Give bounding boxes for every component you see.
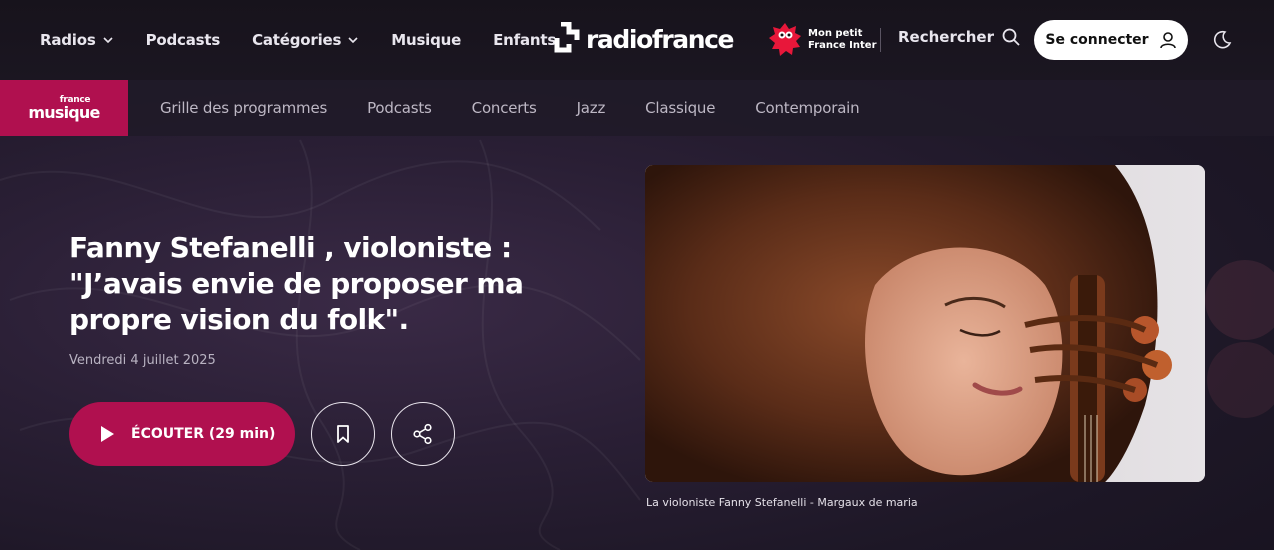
play-icon (101, 426, 114, 442)
nav-categories-label: Catégories (252, 31, 342, 49)
subnav-grille[interactable]: Grille des programmes (160, 99, 327, 117)
nav-radios[interactable]: Radios (40, 31, 114, 49)
listen-label: ÉCOUTER (131, 426, 205, 442)
search-button[interactable]: Rechercher (898, 28, 1020, 46)
radiofrance-logo[interactable]: radiofrance (552, 22, 734, 56)
listen-label-group: ÉCOUTER (29 min) (131, 426, 275, 442)
top-navigation: Radios Podcasts Catégories Musique Enfan… (0, 0, 1274, 80)
nav-radios-label: Radios (40, 31, 96, 49)
brand-name: radiofrance (586, 24, 734, 54)
nav-categories[interactable]: Catégories (252, 31, 359, 49)
bookmark-button[interactable] (311, 402, 375, 466)
violinist-portrait-image (645, 165, 1205, 482)
logo-big-text: musique (28, 102, 100, 122)
episode-photo (645, 165, 1205, 482)
login-button[interactable]: Se connecter (1034, 20, 1188, 60)
bookmark-icon (337, 425, 349, 443)
subnav-concerts[interactable]: Concerts (472, 99, 537, 117)
page-title: Fanny Stefanelli , violoniste : "J’avais… (69, 231, 524, 336)
kids-brand-line2: France Inter (808, 40, 877, 51)
station-menu: Grille des programmes Podcasts Concerts … (160, 80, 860, 136)
kids-brand-text: Mon petit France Inter (808, 28, 877, 52)
search-label: Rechercher (898, 28, 995, 46)
listen-button[interactable]: ÉCOUTER (29 min) (69, 402, 295, 466)
subnav-jazz[interactable]: Jazz (577, 99, 606, 117)
subnav-classique[interactable]: Classique (645, 99, 715, 117)
chevron-down-icon (103, 37, 113, 44)
share-button[interactable] (391, 402, 455, 466)
user-icon (1159, 32, 1176, 49)
station-navigation: france musique Grille des programmes Pod… (0, 80, 1274, 136)
nav-podcasts[interactable]: Podcasts (145, 31, 221, 49)
moon-icon (1214, 30, 1232, 49)
mascot-icon (769, 23, 801, 56)
nav-musique-label: Musique (391, 31, 462, 49)
france-musique-logo[interactable]: france musique (0, 80, 128, 136)
nav-musique[interactable]: Musique (391, 31, 461, 49)
login-label: Se connecter (1045, 32, 1149, 48)
search-icon (1002, 28, 1020, 46)
nav-enfants[interactable]: Enfants (493, 31, 556, 49)
mon-petit-france-inter-link[interactable]: Mon petit France Inter (768, 22, 877, 58)
chevron-down-icon (348, 37, 358, 44)
nav-enfants-label: Enfants (493, 31, 557, 49)
nav-podcasts-label: Podcasts (145, 31, 221, 49)
subnav-contemporain[interactable]: Contemporain (755, 99, 859, 117)
dark-mode-toggle[interactable] (1212, 30, 1232, 54)
kids-brand-line1: Mon petit (808, 28, 863, 39)
radiofrance-logo-icon (554, 22, 580, 53)
nav-divider (880, 28, 881, 52)
share-icon (413, 423, 432, 445)
publish-date: Vendredi 4 juillet 2025 (69, 353, 216, 368)
photo-caption: La violoniste Fanny Stefanelli - Margaux… (646, 496, 918, 509)
subnav-podcasts[interactable]: Podcasts (367, 99, 432, 117)
main-menu: Radios Podcasts Catégories Musique Enfan… (40, 0, 556, 80)
listen-duration: (29 min) (208, 426, 276, 442)
